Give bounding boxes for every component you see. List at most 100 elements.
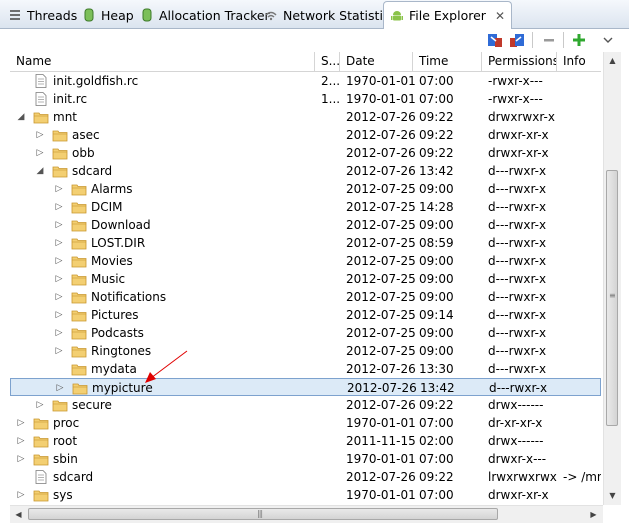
- folder-icon: [52, 400, 68, 412]
- tab-label: Allocation Tracker: [159, 7, 270, 23]
- expand-arrow-icon[interactable]: ▷: [54, 256, 64, 266]
- view-menu-icon[interactable]: [599, 31, 617, 49]
- file-name: mydata: [91, 362, 137, 376]
- expand-arrow-icon[interactable]: ▷: [54, 238, 64, 248]
- file-name: DCIM: [91, 200, 123, 214]
- file-date: 2012-07-26: [347, 381, 417, 395]
- horizontal-scroll-thumb[interactable]: |||: [28, 508, 498, 520]
- expand-arrow-icon[interactable]: ▷: [54, 220, 64, 230]
- horizontal-scrollbar[interactable]: ◀ ||| ▶: [10, 505, 603, 523]
- file-date: 1970-01-01: [346, 416, 416, 430]
- scroll-right-icon[interactable]: ▶: [586, 507, 601, 522]
- table-row[interactable]: ▷ Ringtones 2012-07-25 09:00 d---rwxr-x: [10, 342, 601, 360]
- file-info: -> /mn: [563, 470, 601, 484]
- expand-arrow-icon[interactable]: ▷: [35, 400, 45, 410]
- vertical-scrollbar[interactable]: ▲ ≡ ▼: [603, 52, 621, 505]
- table-row[interactable]: ▷ Podcasts 2012-07-25 09:00 d---rwxr-x: [10, 324, 601, 342]
- file-date: 2012-07-25: [346, 236, 416, 250]
- column-header-date[interactable]: Date: [340, 52, 413, 71]
- expand-arrow-icon[interactable]: ▷: [54, 310, 64, 320]
- new-folder-icon[interactable]: [570, 31, 588, 49]
- column-header-name[interactable]: Name: [10, 52, 315, 71]
- expand-arrow-icon[interactable]: ▷: [54, 184, 64, 194]
- file-permissions: drwxrwxr-x: [488, 110, 555, 124]
- folder-icon: [71, 310, 87, 322]
- scroll-down-icon[interactable]: ▼: [605, 488, 620, 503]
- file-permissions: d---rwxr-x: [488, 344, 547, 358]
- column-header-size[interactable]: S...: [315, 52, 340, 71]
- tab-allocation-tracker[interactable]: Allocation Tracker: [140, 3, 270, 27]
- expand-arrow-icon[interactable]: ▷: [54, 328, 64, 338]
- vertical-scroll-thumb[interactable]: ≡: [606, 170, 618, 426]
- file-date: 2012-07-26: [346, 470, 416, 484]
- file-date: 2012-07-26: [346, 362, 416, 376]
- file-permissions: drwxr-xr-x: [488, 488, 549, 502]
- expand-arrow-icon[interactable]: ▷: [16, 454, 26, 464]
- table-row[interactable]: ▷ asec 2012-07-26 09:22 drwxr-xr-x: [10, 126, 601, 144]
- file-tree: init.goldfish.rc 2... 1970-01-01 07:00 -rwxr…: [10, 72, 601, 505]
- table-row[interactable]: ▷ LOST.DIR 2012-07-25 08:59 d---rwxr-x: [10, 234, 601, 252]
- table-row[interactable]: ▷ obb 2012-07-26 09:22 drwxr-xr-x: [10, 144, 601, 162]
- scroll-left-icon[interactable]: ◀: [11, 507, 26, 522]
- expand-arrow-icon[interactable]: ▷: [35, 130, 45, 140]
- expand-arrow-icon[interactable]: ▷: [54, 346, 64, 356]
- expand-arrow-icon[interactable]: ▷: [16, 436, 26, 446]
- table-row[interactable]: ▷ sbin 1970-01-01 07:00 drwxr-x---: [10, 450, 601, 468]
- close-tab-icon[interactable]: ✕: [495, 9, 505, 23]
- table-row[interactable]: ▷ sys 1970-01-01 07:00 drwxr-xr-x: [10, 486, 601, 504]
- table-row[interactable]: ▷ Alarms 2012-07-25 09:00 d---rwxr-x: [10, 180, 601, 198]
- file-time: 09:22: [419, 146, 454, 160]
- push-file-icon[interactable]: [508, 31, 526, 49]
- file-permissions: d---rwxr-x: [488, 290, 547, 304]
- column-header-info[interactable]: Info: [557, 52, 601, 71]
- table-row[interactable]: ▷ root 2011-11-15 02:00 drwx------: [10, 432, 601, 450]
- table-row[interactable]: init.goldfish.rc 2... 1970-01-01 07:00 -rwxr…: [10, 72, 601, 90]
- collapse-arrow-icon[interactable]: ◢: [16, 112, 26, 122]
- expand-arrow-icon[interactable]: ▷: [54, 202, 64, 212]
- file-time: 13:30: [419, 362, 454, 376]
- table-row[interactable]: ▷ Movies 2012-07-25 09:00 d---rwxr-x: [10, 252, 601, 270]
- file-date: 1970-01-01: [346, 488, 416, 502]
- table-row[interactable]: ▷ Download 2012-07-25 09:00 d---rwxr-x: [10, 216, 601, 234]
- delete-icon[interactable]: [540, 31, 558, 49]
- file-time: 07:00: [419, 92, 454, 106]
- expand-arrow-icon[interactable]: ▷: [55, 383, 65, 393]
- table-row[interactable]: init.rc 1... 1970-01-01 07:00 -rwxr-x---: [10, 90, 601, 108]
- table-row[interactable]: ▷ Pictures 2012-07-25 09:14 d---rwxr-x: [10, 306, 601, 324]
- table-row[interactable]: ▷ proc 1970-01-01 07:00 dr-xr-xr-x: [10, 414, 601, 432]
- tab-heap[interactable]: Heap: [82, 3, 134, 27]
- file-name: LOST.DIR: [91, 236, 146, 250]
- expand-arrow-icon[interactable]: ▷: [16, 490, 26, 500]
- file-permissions: d---rwxr-x: [488, 164, 547, 178]
- column-header-label: Time: [419, 54, 449, 68]
- table-row-selected[interactable]: ▷ mypicture 2012-07-26 13:42 d---rwxr-x: [10, 378, 601, 396]
- tab-label: Threads: [27, 7, 78, 23]
- table-row[interactable]: ▷ DCIM 2012-07-25 14:28 d---rwxr-x: [10, 198, 601, 216]
- collapse-arrow-icon[interactable]: ◢: [35, 166, 45, 176]
- table-row[interactable]: ◢ mnt 2012-07-26 09:22 drwxrwxr-x: [10, 108, 601, 126]
- folder-icon: [33, 418, 49, 430]
- table-row[interactable]: ▷ Notifications 2012-07-25 09:00 d---rwxr-x: [10, 288, 601, 306]
- file-date: 1970-01-01: [346, 452, 416, 466]
- table-row[interactable]: mydata 2012-07-26 13:30 d---rwxr-x: [10, 360, 601, 378]
- file-date: 2012-07-26: [346, 146, 416, 160]
- column-header-permissions[interactable]: Permissions: [482, 52, 557, 71]
- table-row[interactable]: ▷ Music 2012-07-25 09:00 d---rwxr-x: [10, 270, 601, 288]
- tab-threads[interactable]: Threads: [8, 3, 77, 27]
- table-row[interactable]: ▷ secure 2012-07-26 09:22 drwx------: [10, 396, 601, 414]
- table-row[interactable]: ◢ sdcard 2012-07-26 13:42 d---rwxr-x: [10, 162, 601, 180]
- file-permissions: drwx------: [488, 434, 544, 448]
- folder-icon: [71, 184, 87, 196]
- file-date: 2011-11-15: [346, 434, 416, 448]
- table-row[interactable]: sdcard 2012-07-26 09:22 lrwxrwxrwx -> /mn: [10, 468, 601, 486]
- folder-icon: [52, 148, 68, 160]
- expand-arrow-icon[interactable]: ▷: [54, 274, 64, 284]
- tab-file-explorer[interactable]: File Explorer ✕: [383, 1, 512, 29]
- expand-arrow-icon[interactable]: ▷: [54, 292, 64, 302]
- column-header-time[interactable]: Time: [413, 52, 482, 71]
- tab-network-statistics[interactable]: Network Statistics: [264, 3, 396, 27]
- scroll-up-icon[interactable]: ▲: [605, 53, 620, 68]
- expand-arrow-icon[interactable]: ▷: [35, 148, 45, 158]
- pull-file-icon[interactable]: [486, 31, 504, 49]
- expand-arrow-icon[interactable]: ▷: [16, 418, 26, 428]
